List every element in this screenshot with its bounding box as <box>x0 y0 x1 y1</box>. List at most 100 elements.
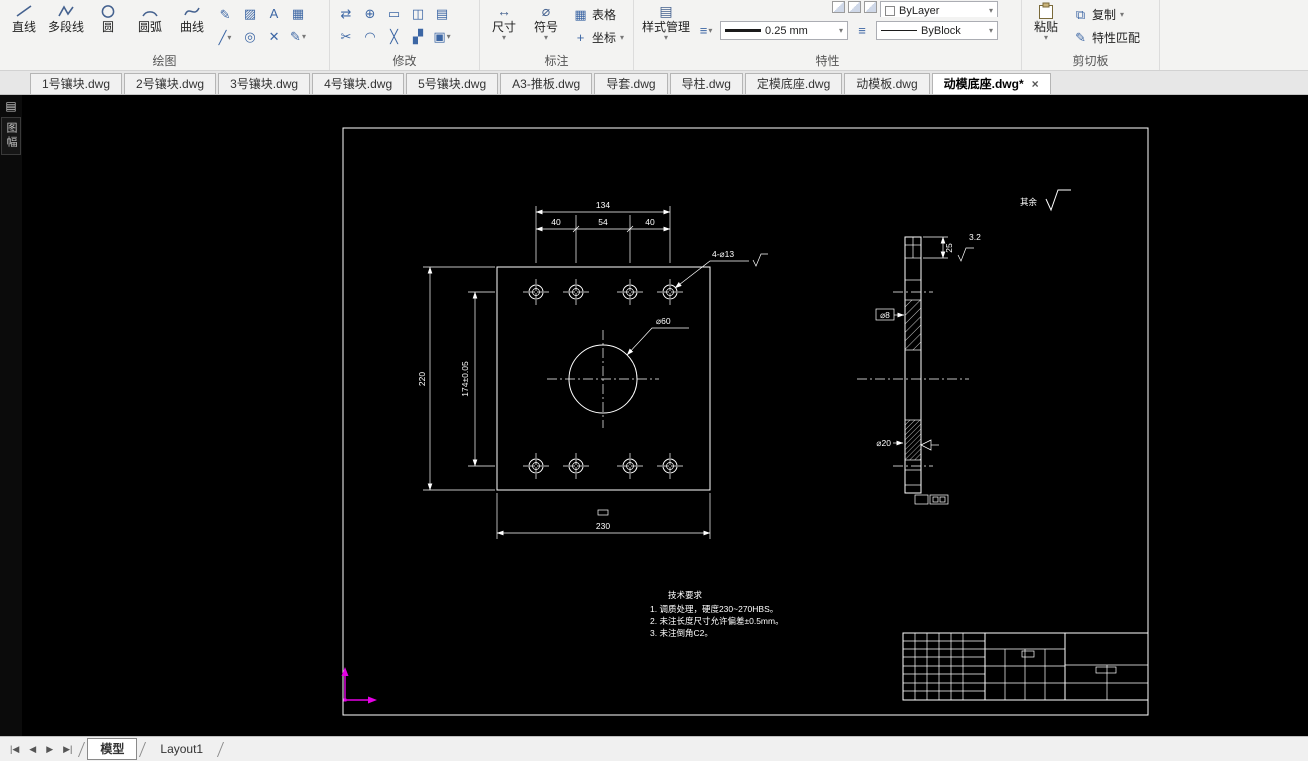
more-modify-icon[interactable]: ▣ ▾ <box>431 26 453 47</box>
svg-text:3. 未注倒角C2。: 3. 未注倒角C2。 <box>650 628 713 638</box>
technical-notes[interactable]: 技术要求 1. 调质处理，硬度230~270HBS。 2. 未注长度尺寸允许偏差… <box>650 590 784 638</box>
multiline-icon[interactable]: ✕ <box>263 26 285 47</box>
main-area: ▤ 图幅 其余 134 40 54 40 220 174±0.05 230 4-… <box>0 95 1308 736</box>
doc-tab[interactable]: A3-推板.dwg <box>500 73 593 94</box>
ribbon-group-draw: 直线 多段线 圆 圆弧 曲线 ✎ ╱ ▾ ▨ ◎ A ✕ ▦ ✎ ▾ 绘图 <box>0 0 330 70</box>
move-icon[interactable]: ⇄ <box>335 3 357 24</box>
doc-tab-label: 导柱.dwg <box>681 76 731 91</box>
trim-icon[interactable]: ✂ <box>335 26 357 47</box>
stretch-icon[interactable]: ▞ <box>407 26 429 47</box>
copy-icon: ⧉ <box>1075 6 1086 22</box>
line-button[interactable]: 直线 <box>3 0 45 34</box>
doc-tab[interactable]: 2号镶块.dwg <box>124 73 217 94</box>
paste-label: 粘贴 <box>1034 20 1059 34</box>
doc-tab[interactable]: 4号镶块.dwg <box>312 73 405 94</box>
match-properties-label: 特性匹配 <box>1092 31 1141 45</box>
spline-button[interactable]: 曲线 <box>171 0 213 34</box>
match-properties-button[interactable]: ✎ 特性匹配 <box>1069 27 1144 48</box>
doc-tab[interactable]: 5号镶块.dwg <box>406 73 499 94</box>
linetype-list-icon[interactable]: ≡ <box>851 20 873 41</box>
doc-tab-label: 5号镶块.dwg <box>418 76 487 91</box>
lineweight-list-icon[interactable]: ≡ ▾ <box>695 20 717 41</box>
hatch-icon[interactable]: ▨ <box>239 3 261 24</box>
coordinate-button[interactable]: + 坐标 ▾ <box>569 27 628 48</box>
dimension-label: 尺寸 <box>491 20 516 34</box>
cad-application: 直线 多段线 圆 圆弧 曲线 ✎ ╱ ▾ ▨ ◎ A ✕ ▦ ✎ ▾ 绘图 ⇄ … <box>0 0 1308 761</box>
linetype-select[interactable]: ByBlock ▾ <box>876 21 999 40</box>
linetype-dropdown-icon: ▾ <box>989 26 994 35</box>
general-roughness-note[interactable]: 其余 <box>1020 189 1071 212</box>
point-icon[interactable]: ✎ ▾ <box>287 26 309 47</box>
bolt-hole <box>523 279 549 305</box>
table-icon: ▦ <box>574 6 587 22</box>
bolt-hole <box>617 453 643 479</box>
sheet-panel-tab[interactable]: 图幅 <box>1 117 21 155</box>
doc-tab[interactable]: 3号镶块.dwg <box>218 73 311 94</box>
tab-divider <box>139 741 147 757</box>
dimension-button[interactable]: ↔ 尺寸 ▾ <box>483 0 525 42</box>
rectangle-edit-icon[interactable]: ▭ <box>383 3 405 24</box>
copy-tool-icon[interactable]: ⊕ <box>359 3 381 24</box>
paste-button[interactable]: 粘贴 ▾ <box>1025 0 1067 42</box>
sketch-pencil-icon[interactable]: ✎ <box>214 4 236 25</box>
symbol-button[interactable]: ⌀ 符号 ▾ <box>525 0 567 42</box>
erase-icon[interactable]: ╳ <box>383 26 405 47</box>
datum-flag-icon <box>920 439 932 451</box>
drawing-canvas[interactable]: 其余 134 40 54 40 220 174±0.05 230 4-⌀13 ⌀… <box>22 95 1308 736</box>
sheet-settings-icon[interactable]: ▤ <box>5 99 16 113</box>
doc-tab-label: 2号镶块.dwg <box>136 76 205 91</box>
doc-tab[interactable]: 导套.dwg <box>594 73 668 94</box>
model-tab[interactable]: 模型 <box>87 738 138 760</box>
svg-text:54: 54 <box>598 217 608 227</box>
side-view[interactable]: 25 3.2 ⌀8 ⌀20 <box>857 232 981 505</box>
first-layout-button[interactable]: |◀ <box>6 744 23 755</box>
front-view-dimensions[interactable]: 134 40 54 40 220 174±0.05 230 4-⌀13 ⌀60 <box>417 200 768 539</box>
last-layout-button[interactable]: ▶| <box>59 744 76 755</box>
doc-tab[interactable]: 动模板.dwg <box>844 73 930 94</box>
arc-label: 圆弧 <box>138 20 163 34</box>
left-rail: ▤ 图幅 <box>0 95 22 736</box>
doc-tab[interactable]: 动模底座.dwg* × <box>931 73 1051 94</box>
line-icon <box>15 2 33 20</box>
symbol-dropdown-icon: ▾ <box>543 33 548 42</box>
status-bar: |◀ ◀ ▶ ▶| 模型 Layout1 <box>0 736 1308 761</box>
layout1-tab[interactable]: Layout1 <box>148 741 215 758</box>
doc-tab[interactable]: 1号镶块.dwg <box>30 73 123 94</box>
svg-text:4-⌀13: 4-⌀13 <box>712 249 734 259</box>
center-bore-circle <box>547 330 659 428</box>
construction-line-icon[interactable]: ╱ ▾ <box>214 27 236 48</box>
text-tool-icon[interactable]: A <box>263 3 285 24</box>
table-draw-icon[interactable]: ▦ <box>287 3 309 24</box>
prev-layout-button[interactable]: ◀ <box>25 744 40 755</box>
title-block[interactable] <box>902 632 1149 701</box>
lineweight-select[interactable]: 0.25 mm ▾ <box>720 21 849 40</box>
copy-button[interactable]: ⧉ 复制 ▾ <box>1069 4 1144 25</box>
svg-text:134: 134 <box>596 200 610 210</box>
color-select[interactable]: ByLayer ▾ <box>880 1 999 17</box>
next-layout-button[interactable]: ▶ <box>42 744 57 755</box>
layer-control-icon[interactable] <box>832 1 846 13</box>
coordinate-dropdown-icon: ▾ <box>620 33 625 42</box>
svg-text:220: 220 <box>417 372 427 386</box>
front-view[interactable] <box>496 266 711 516</box>
mirror-icon[interactable]: ◫ <box>407 3 429 24</box>
doc-tab[interactable]: 导柱.dwg <box>669 73 743 94</box>
sheet-frame[interactable] <box>342 127 1149 716</box>
region-icon[interactable]: ◎ <box>239 26 261 47</box>
polyline-button[interactable]: 多段线 <box>45 0 87 34</box>
array-icon[interactable]: ▤ <box>431 3 453 24</box>
table-button[interactable]: ▦ 表格 <box>569 4 628 25</box>
dimension-dropdown-icon: ▾ <box>501 33 506 42</box>
fillet-icon[interactable]: ◠ <box>359 26 381 47</box>
tab-close-icon[interactable]: × <box>1032 78 1039 90</box>
arc-button[interactable]: 圆弧 <box>129 0 171 34</box>
style-manager-button[interactable]: ▤ 样式管理 ▾ <box>637 0 695 42</box>
doc-tab[interactable]: 定模底座.dwg <box>744 73 843 94</box>
brightness-icon[interactable] <box>864 1 878 13</box>
bolt-hole <box>563 453 589 479</box>
plot-style-icon[interactable] <box>848 1 862 13</box>
circle-label: 圆 <box>102 20 115 34</box>
symbol-label: 符号 <box>533 20 558 34</box>
svg-text:技术要求: 技术要求 <box>668 590 703 600</box>
circle-button[interactable]: 圆 <box>87 0 129 34</box>
